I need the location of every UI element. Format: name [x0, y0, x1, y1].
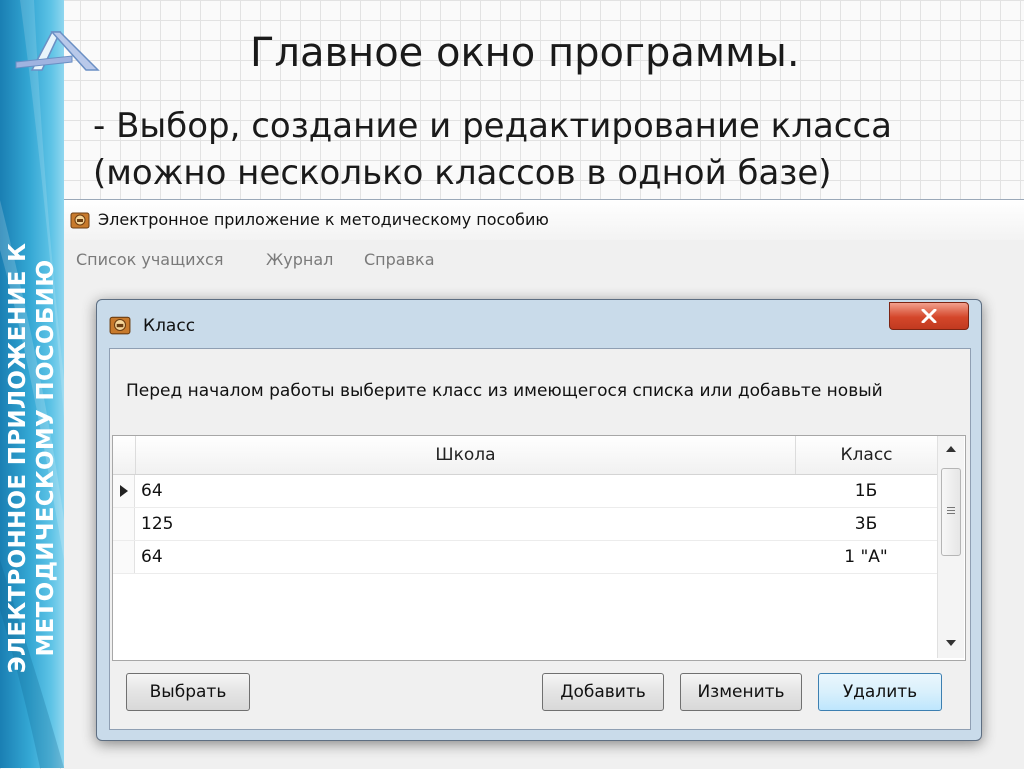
cell-class: 1Б	[854, 481, 878, 501]
app-titlebar: Электронное приложение к методическому п…	[64, 200, 1024, 240]
cell-school: 125	[141, 514, 174, 534]
close-button[interactable]	[889, 302, 969, 330]
slide-body-line1: - Выбор, создание и редактирование класс…	[93, 106, 892, 146]
add-button[interactable]: Добавить	[542, 673, 664, 711]
cell-class: 1 "А"	[844, 547, 888, 567]
scrollbar-thumb[interactable]	[941, 468, 961, 556]
cell-school: 64	[141, 481, 163, 501]
scroll-down-icon[interactable]	[946, 640, 956, 646]
app-icon	[70, 212, 90, 229]
table-header: Школа Класс	[113, 436, 937, 475]
dialog-prompt: Перед началом работы выберите класс из и…	[126, 381, 883, 401]
table-row[interactable]: 125 3Б	[113, 508, 937, 541]
dialog-app-icon	[109, 316, 131, 335]
column-header-school[interactable]: Школа	[135, 436, 795, 474]
cell-class: 3Б	[854, 514, 878, 534]
current-row-arrow-icon	[120, 485, 128, 497]
table-row[interactable]: 64 1 "А"	[113, 541, 937, 574]
slide-body-line2: (можно несколько классов в одной базе)	[93, 153, 832, 193]
menu-bar: Список учащихся Журнал Справка	[64, 244, 1024, 272]
dialog-title: Класс	[143, 316, 196, 336]
edit-button[interactable]: Изменить	[680, 673, 802, 711]
select-button[interactable]: Выбрать	[126, 673, 250, 711]
sidebar-title-line2: МЕТОДИЧЕСКОМУ ПОСОБИЮ	[33, 259, 59, 657]
decorative-sidebar: ЭЛЕКТРОННОЕ ПРИЛОЖЕНИЕ К МЕТОДИЧЕСКОМУ П…	[0, 0, 64, 768]
table-row[interactable]: 64 1Б	[113, 475, 937, 508]
logo-a-icon	[15, 31, 100, 71]
column-header-class[interactable]: Класс	[795, 436, 937, 474]
sidebar-vertical-title: ЭЛЕКТРОННОЕ ПРИЛОЖЕНИЕ К МЕТОДИЧЕСКОМУ П…	[4, 188, 60, 728]
menu-help[interactable]: Справка	[364, 250, 435, 269]
menu-student-list[interactable]: Список учащихся	[76, 250, 223, 269]
class-table: Школа Класс 64 1Б 125 3Б 64 1 "А"	[112, 435, 966, 661]
class-dialog: Класс Перед началом работы выберите клас…	[96, 299, 982, 741]
sidebar-title-line1: ЭЛЕКТРОННОЕ ПРИЛОЖЕНИЕ К	[5, 242, 31, 674]
cell-school: 64	[141, 547, 163, 567]
dialog-content: Перед началом работы выберите класс из и…	[109, 348, 971, 730]
app-window-title: Электронное приложение к методическому п…	[98, 210, 549, 229]
row-indicator	[113, 475, 135, 507]
menu-journal[interactable]: Журнал	[266, 250, 333, 269]
row-indicator	[113, 541, 135, 573]
scroll-up-icon[interactable]	[946, 446, 956, 452]
vertical-scrollbar[interactable]	[937, 436, 964, 658]
close-icon	[921, 309, 937, 323]
delete-button[interactable]: Удалить	[818, 673, 942, 711]
slide-body: - Выбор, создание и редактирование класс…	[93, 103, 993, 197]
slide-title: Главное окно программы.	[250, 30, 800, 76]
row-indicator	[113, 508, 135, 540]
